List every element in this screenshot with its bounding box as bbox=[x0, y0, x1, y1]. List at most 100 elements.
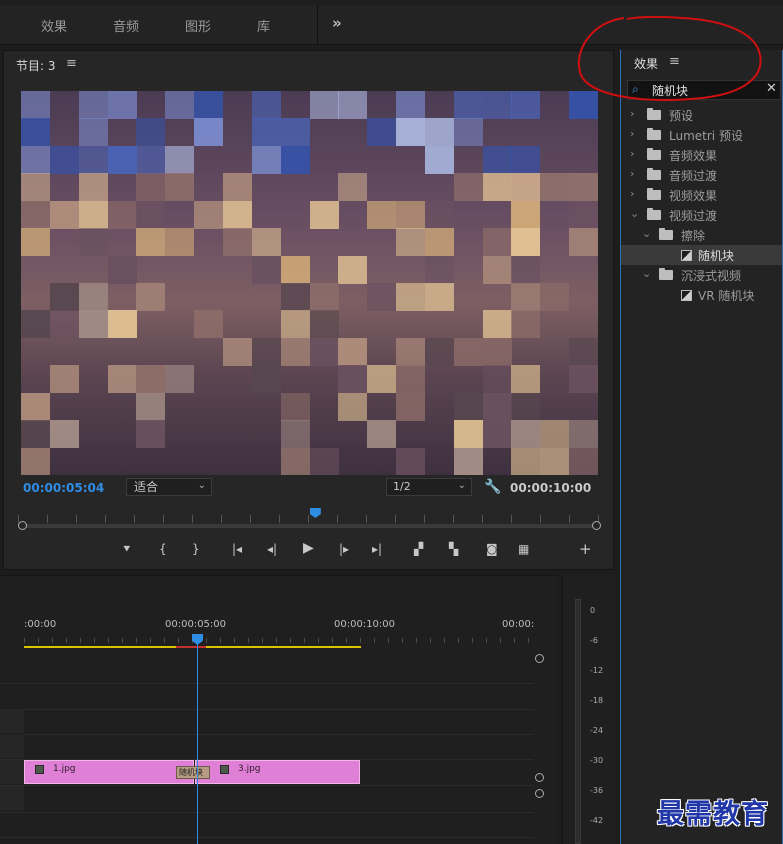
mosaic-tile bbox=[280, 420, 310, 449]
mosaic-tile bbox=[540, 420, 570, 449]
effects-tree-item[interactable]: › 音频过渡 bbox=[621, 165, 782, 185]
export-frame-camera-icon[interactable]: ◙ bbox=[486, 542, 498, 556]
add-marker-icon[interactable]: ⯆ bbox=[122, 542, 132, 557]
chevron-right-icon[interactable]: › bbox=[630, 107, 634, 120]
step-back-icon[interactable]: ◂| bbox=[267, 542, 277, 556]
effects-panel-title[interactable]: 效果 bbox=[634, 55, 658, 72]
current-timecode[interactable]: 00:00:05:04 bbox=[23, 481, 104, 495]
mosaic-tile bbox=[338, 337, 368, 366]
panel-menu-icon[interactable]: ≡ bbox=[66, 56, 77, 71]
duration-timecode: 00:00:10:00 bbox=[510, 481, 592, 495]
effects-tree-item[interactable]: › 音频效果 bbox=[621, 145, 782, 165]
effects-tree-label: 擦除 bbox=[681, 229, 706, 243]
timeline-clip[interactable]: 1.jpg bbox=[24, 760, 194, 784]
button-editor-plus-icon[interactable]: + bbox=[579, 540, 592, 558]
timeline-clip[interactable]: 3.jpg bbox=[195, 760, 360, 784]
timeline-playhead[interactable] bbox=[192, 634, 203, 645]
effects-tree-item[interactable]: › Lumetri 预设 bbox=[621, 125, 782, 145]
tab-audio[interactable]: 音频 bbox=[113, 16, 139, 35]
panel-menu-icon[interactable]: ≡ bbox=[669, 54, 680, 69]
chevron-down-icon: ⌄ bbox=[457, 480, 466, 491]
transition-clip[interactable]: 随机块 bbox=[176, 766, 210, 779]
tab-effects[interactable]: 效果 bbox=[41, 16, 67, 35]
effects-search-input[interactable] bbox=[652, 83, 752, 97]
track-divider bbox=[0, 734, 534, 735]
playback-resolution-select[interactable]: 1/2 ⌄ bbox=[386, 478, 472, 496]
mosaic-tile bbox=[280, 310, 310, 339]
timeline-panel: :00:00 00:00:05:00 00:00:10:00 00:00: 1.… bbox=[0, 575, 558, 844]
effects-tree-item[interactable]: ⌄ 擦除 bbox=[621, 225, 782, 245]
effects-tree-item[interactable]: ⌄ 视频过渡 bbox=[621, 205, 782, 225]
step-forward-icon[interactable]: |▸ bbox=[339, 542, 349, 556]
mosaic-tile bbox=[569, 420, 598, 449]
chevron-right-icon[interactable]: › bbox=[630, 187, 634, 200]
mosaic-tile bbox=[251, 365, 281, 394]
mosaic-tile bbox=[511, 392, 541, 421]
mosaic-tile bbox=[338, 365, 368, 394]
mosaic-tile bbox=[78, 200, 108, 229]
mosaic-tile bbox=[107, 145, 137, 174]
mosaic-tile bbox=[194, 200, 224, 229]
mosaic-tile bbox=[194, 118, 224, 147]
mark-out-icon[interactable]: } bbox=[192, 542, 200, 556]
effects-tree-item[interactable]: › 视频效果 bbox=[621, 185, 782, 205]
comparison-view-icon[interactable]: ▦ bbox=[518, 542, 529, 556]
chevron-right-icon[interactable]: › bbox=[630, 147, 634, 160]
mosaic-tile bbox=[136, 173, 166, 202]
mosaic-tile bbox=[482, 365, 512, 394]
mosaic-tile bbox=[165, 173, 195, 202]
go-to-out-icon[interactable]: ▸| bbox=[372, 542, 382, 556]
chevron-down-icon[interactable]: ⌄ bbox=[642, 267, 651, 280]
mosaic-tile bbox=[222, 200, 252, 229]
mosaic-tile bbox=[21, 310, 50, 339]
track-header[interactable] bbox=[0, 786, 24, 810]
track-scroll-handle[interactable] bbox=[535, 654, 544, 663]
zoom-fit-select[interactable]: 适合 ⌄ bbox=[126, 478, 212, 496]
effects-tree-label: Lumetri 预设 bbox=[669, 129, 743, 143]
lift-icon[interactable]: ▞ bbox=[414, 542, 423, 556]
top-panel-tabs: 效果 音频 图形 库 » bbox=[0, 5, 783, 45]
extract-icon[interactable]: ▚ bbox=[449, 542, 458, 556]
effects-tree-item[interactable]: VR 随机块 bbox=[621, 285, 782, 305]
track-header[interactable] bbox=[0, 709, 24, 733]
mosaic-tile bbox=[396, 392, 426, 421]
mark-in-icon[interactable]: { bbox=[159, 542, 167, 556]
go-to-in-icon[interactable]: |◂ bbox=[232, 542, 242, 556]
scrubber-track[interactable] bbox=[18, 524, 600, 528]
mosaic-tile bbox=[107, 255, 137, 284]
more-panels-icon[interactable]: » bbox=[332, 14, 342, 32]
in-point-handle[interactable] bbox=[18, 521, 27, 530]
mosaic-tile bbox=[21, 200, 50, 229]
db-label: -12 bbox=[590, 666, 604, 675]
mosaic-tile bbox=[49, 420, 79, 449]
program-monitor-title[interactable]: 节目: 3 bbox=[16, 57, 56, 74]
chevron-right-icon[interactable]: › bbox=[630, 167, 634, 180]
play-icon[interactable]: ▶ bbox=[303, 540, 314, 556]
mosaic-tile bbox=[338, 91, 368, 119]
chevron-down-icon[interactable]: ⌄ bbox=[630, 207, 639, 220]
mosaic-tile bbox=[453, 420, 483, 449]
track-divider bbox=[0, 812, 534, 813]
mosaic-tile bbox=[367, 420, 397, 449]
effects-tree-item[interactable]: › 预设 bbox=[621, 105, 782, 125]
timeline-ruler[interactable] bbox=[24, 638, 534, 643]
track-header[interactable] bbox=[0, 734, 24, 758]
mosaic-tile bbox=[21, 91, 50, 119]
mosaic-tile bbox=[280, 337, 310, 366]
track-header[interactable] bbox=[0, 760, 24, 784]
chevron-right-icon[interactable]: › bbox=[630, 127, 634, 140]
clear-search-icon[interactable]: ✕ bbox=[766, 81, 777, 96]
track-scroll-handle[interactable] bbox=[535, 789, 544, 798]
mosaic-tile bbox=[396, 228, 426, 257]
tab-graphics[interactable]: 图形 bbox=[185, 16, 211, 35]
mosaic-tile bbox=[367, 118, 397, 147]
track-scroll-handle[interactable] bbox=[535, 773, 544, 782]
mosaic-tile bbox=[482, 91, 512, 119]
out-point-handle[interactable] bbox=[592, 521, 601, 530]
chevron-down-icon[interactable]: ⌄ bbox=[642, 227, 651, 240]
effects-tree-item[interactable]: 随机块 bbox=[621, 245, 782, 265]
effects-tree-item[interactable]: ⌄ 沉浸式视频 bbox=[621, 265, 782, 285]
tab-libraries[interactable]: 库 bbox=[257, 16, 270, 35]
settings-wrench-icon[interactable]: 🔧 bbox=[484, 479, 501, 495]
db-label: 0 bbox=[590, 606, 596, 615]
